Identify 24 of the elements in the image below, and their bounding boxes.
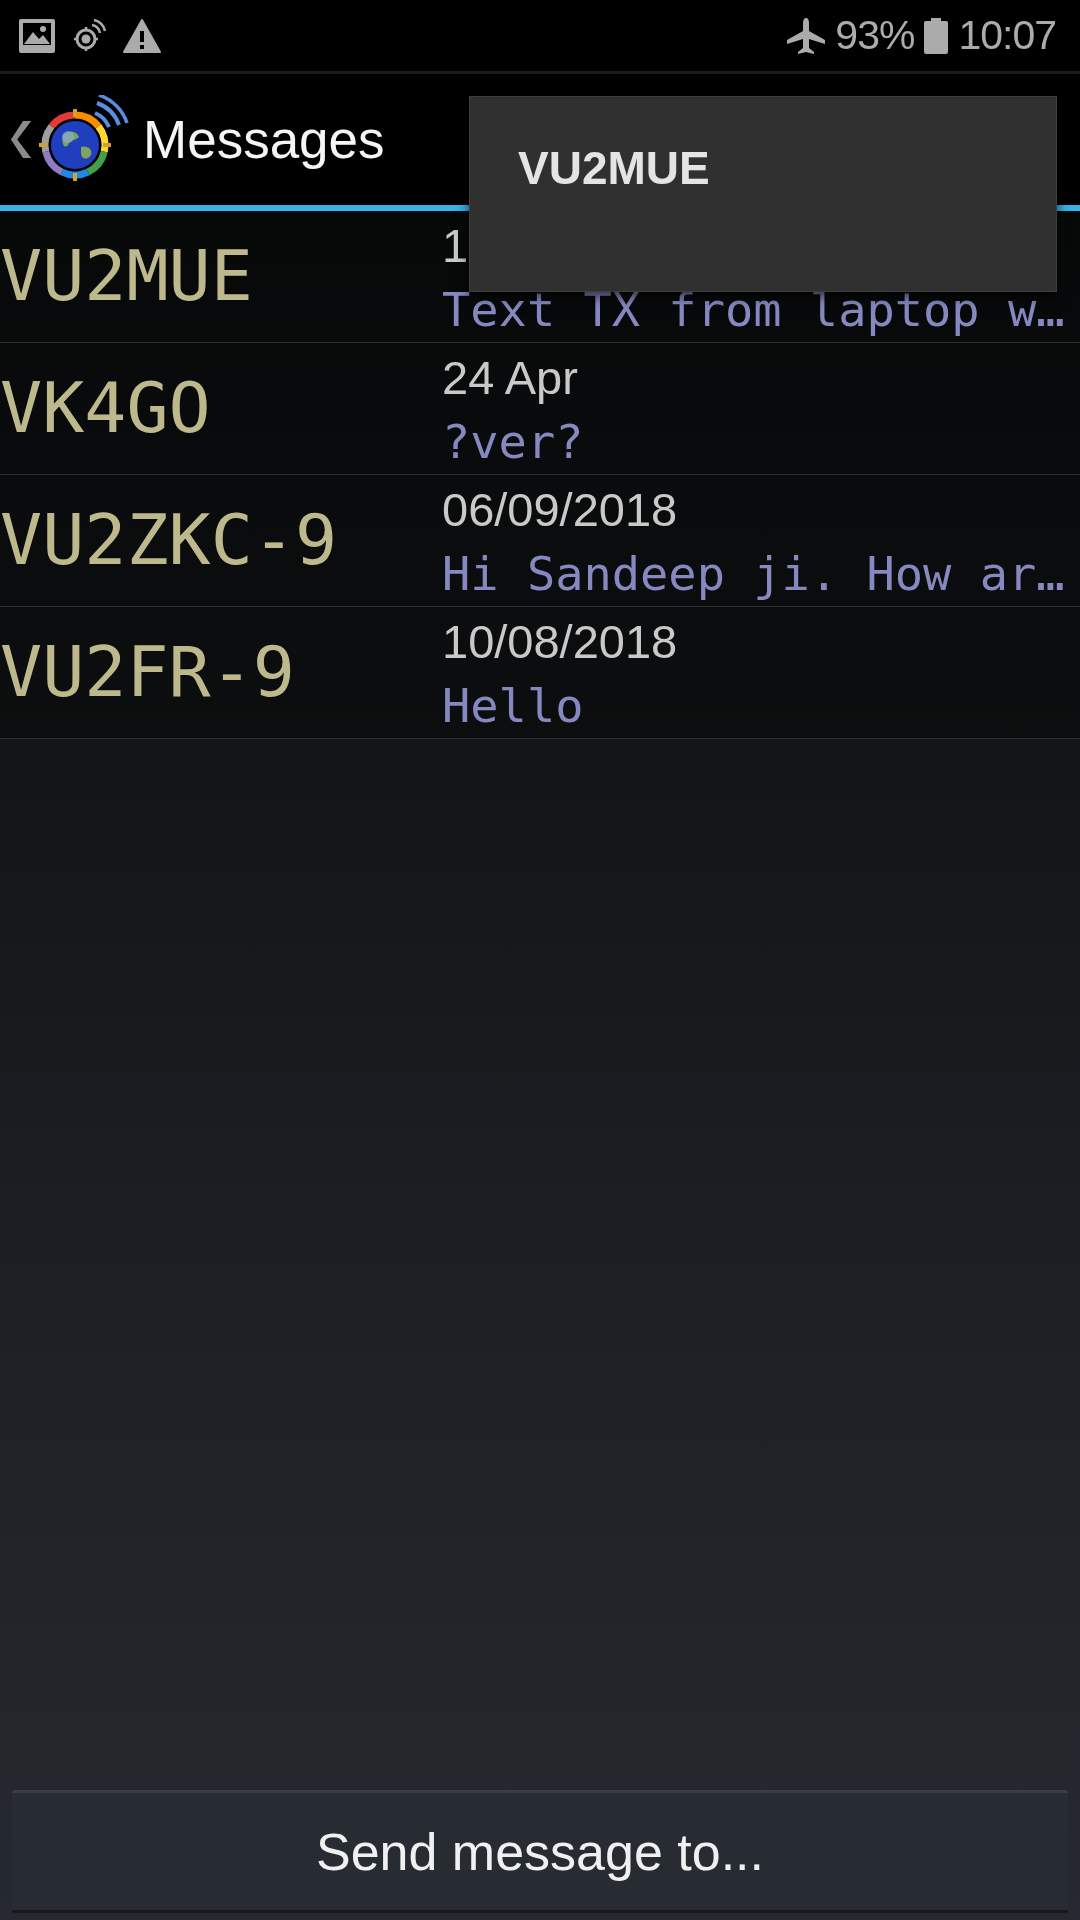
message-preview-text: ?ver? — [442, 413, 584, 471]
date-text: 06/09/2018 — [442, 482, 678, 538]
send-message-button[interactable]: Send message to... — [12, 1790, 1068, 1913]
date-text: 1 — [442, 218, 469, 274]
callsign-text: VK4GO — [0, 370, 211, 447]
message-preview-text: Text TX from laptop w… — [442, 281, 1065, 339]
battery-percent: 93% — [835, 15, 915, 56]
date-text: 24 Apr — [442, 350, 578, 406]
callsign-text: VU2ZKC-9 — [0, 502, 338, 579]
callsign-text: VU2FR-9 — [0, 634, 295, 711]
menu-item[interactable]: VU2MUE — [470, 97, 1056, 239]
location-signal-icon — [72, 18, 106, 53]
back-chevron-icon[interactable] — [11, 121, 31, 158]
clock-time: 10:07 — [958, 15, 1056, 56]
message-row[interactable]: VU2ZKC-9 06/09/2018 Hi Sandeep ji. How ar… — [0, 475, 1080, 607]
battery-icon — [924, 17, 949, 54]
image-icon — [19, 18, 55, 53]
message-preview-text: Hi Sandeep ji. How ar… — [442, 545, 1065, 603]
message-preview-text: Hello — [442, 677, 584, 735]
warning-icon — [123, 18, 161, 53]
callsign-text: VU2MUE — [0, 238, 253, 315]
airplane-icon — [787, 17, 826, 54]
message-row[interactable]: VU2FR-9 10/08/2018 Hello — [0, 607, 1080, 739]
date-text: 10/08/2018 — [442, 614, 678, 670]
